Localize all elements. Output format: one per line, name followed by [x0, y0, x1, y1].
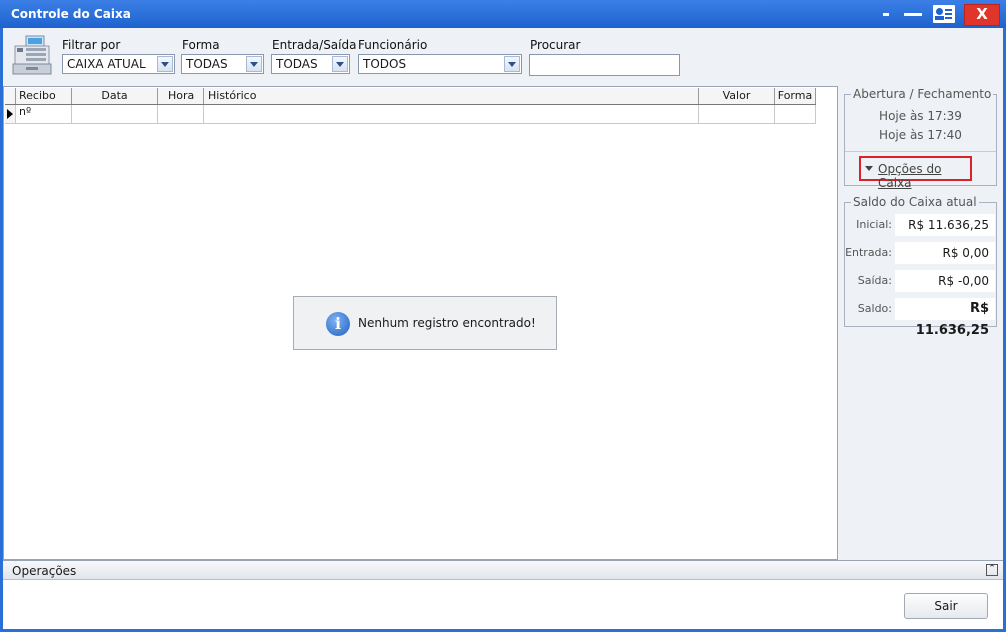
empty-message-box: i Nenhum registro encontrado! [293, 296, 557, 350]
abertura-time: Hoje às 17:39 [879, 109, 962, 123]
row-indicator [5, 105, 16, 123]
inicial-value: R$ 11.636,25 [895, 214, 995, 236]
saldo-value: R$ 11.636,25 [895, 298, 995, 338]
search-input[interactable] [529, 54, 680, 76]
table-row[interactable] [5, 105, 816, 124]
chevron-down-icon[interactable] [157, 56, 173, 72]
filtrar-select[interactable]: CAIXA ATUAL [62, 54, 175, 74]
filtrar-value: CAIXA ATUAL [67, 57, 146, 71]
opcoes-do-caixa-link[interactable]: Opções do Caixa [859, 156, 972, 190]
procurar-label: Procurar [530, 38, 581, 52]
divider [845, 151, 996, 152]
chevron-down-icon[interactable] [246, 56, 262, 72]
saida-label: Saída: [857, 274, 892, 287]
operacoes-label: Operações [12, 564, 77, 578]
column-hora[interactable]: Hora [158, 88, 204, 104]
funcionario-label: Funcionário [358, 38, 428, 52]
caret-down-icon [865, 166, 873, 171]
opcoes-do-caixa-label: Opções do Caixa [878, 162, 942, 190]
entrada-label: Entrada: [845, 246, 892, 259]
cell-historico[interactable] [204, 105, 699, 123]
column-valor[interactable]: Valor [699, 88, 775, 104]
entrada-saida-label: Entrada/Saída [272, 38, 357, 52]
saida-value: R$ -0,00 [895, 270, 995, 292]
fechamento-time: Hoje às 17:40 [879, 128, 962, 142]
footer: Sair [3, 580, 1003, 629]
grid-header: Recibo nº Data Hora Histórico Valor Form… [5, 88, 816, 118]
abertura-fechamento-title: Abertura / Fechamento [851, 87, 994, 101]
cell-recibo[interactable] [16, 105, 72, 123]
sair-button[interactable]: Sair [904, 593, 988, 619]
forma-label: Forma [182, 38, 220, 52]
title-bar: Controle do Caixa X [0, 0, 1006, 28]
collapse-up-icon[interactable]: ⌃ [986, 564, 998, 576]
entrada-value: R$ 0,00 [895, 242, 995, 264]
records-grid: Recibo nº Data Hora Histórico Valor Form… [3, 86, 838, 560]
inicial-label: Inicial: [856, 218, 892, 231]
forma-value: TODAS [186, 57, 228, 71]
window-title: Controle do Caixa [11, 7, 131, 21]
filter-toolbar: Filtrar por CAIXA ATUAL Forma TODAS Entr… [3, 28, 1003, 86]
entrada-saida-select[interactable]: TODAS [271, 54, 350, 74]
saldo-label: Saldo: [857, 302, 892, 315]
side-panel: Abertura / Fechamento Hoje às 17:39 Hoje… [839, 86, 1003, 560]
saldo-title: Saldo do Caixa atual [851, 195, 979, 209]
column-historico[interactable]: Histórico [204, 88, 699, 104]
chevron-down-icon[interactable] [504, 56, 520, 72]
funcionario-select[interactable]: TODOS [358, 54, 522, 74]
entrada-saida-value: TODAS [276, 57, 318, 71]
maximize-icon[interactable] [902, 4, 924, 24]
saldo-entrada-row: Entrada: R$ 0,00 [845, 242, 996, 264]
client-area: Filtrar por CAIXA ATUAL Forma TODAS Entr… [3, 28, 1003, 629]
column-forma[interactable]: Forma [775, 88, 816, 104]
operacoes-bar[interactable]: Operações ⌃ [3, 560, 1003, 580]
main-window: Controle do Caixa X Filtrar por CAIXA AT… [0, 0, 1006, 632]
saldo-group: Saldo do Caixa atual Inicial: R$ 11.636,… [844, 195, 997, 338]
cell-valor[interactable] [699, 105, 775, 123]
filtrar-label: Filtrar por [62, 38, 121, 52]
user-card-icon[interactable] [933, 5, 955, 23]
saldo-saida-row: Saída: R$ -0,00 [845, 270, 996, 292]
close-button[interactable]: X [964, 4, 1000, 26]
empty-message-text: Nenhum registro encontrado! [358, 316, 536, 330]
row-header-corner [5, 88, 16, 104]
column-recibo[interactable]: Recibo nº [16, 88, 72, 118]
chevron-down-icon[interactable] [332, 56, 348, 72]
cell-hora[interactable] [158, 105, 204, 123]
minimize-icon[interactable] [880, 4, 894, 24]
info-icon: i [326, 312, 350, 336]
saldo-total-row: Saldo: R$ 11.636,25 [845, 298, 996, 338]
funcionario-value: TODOS [363, 57, 407, 71]
cash-register-icon [12, 35, 52, 75]
cell-data[interactable] [72, 105, 158, 123]
cell-forma[interactable] [775, 105, 816, 123]
saldo-inicial-row: Inicial: R$ 11.636,25 [845, 214, 996, 236]
current-row-arrow-icon [7, 109, 13, 119]
column-data[interactable]: Data [72, 88, 158, 104]
forma-select[interactable]: TODAS [181, 54, 264, 74]
